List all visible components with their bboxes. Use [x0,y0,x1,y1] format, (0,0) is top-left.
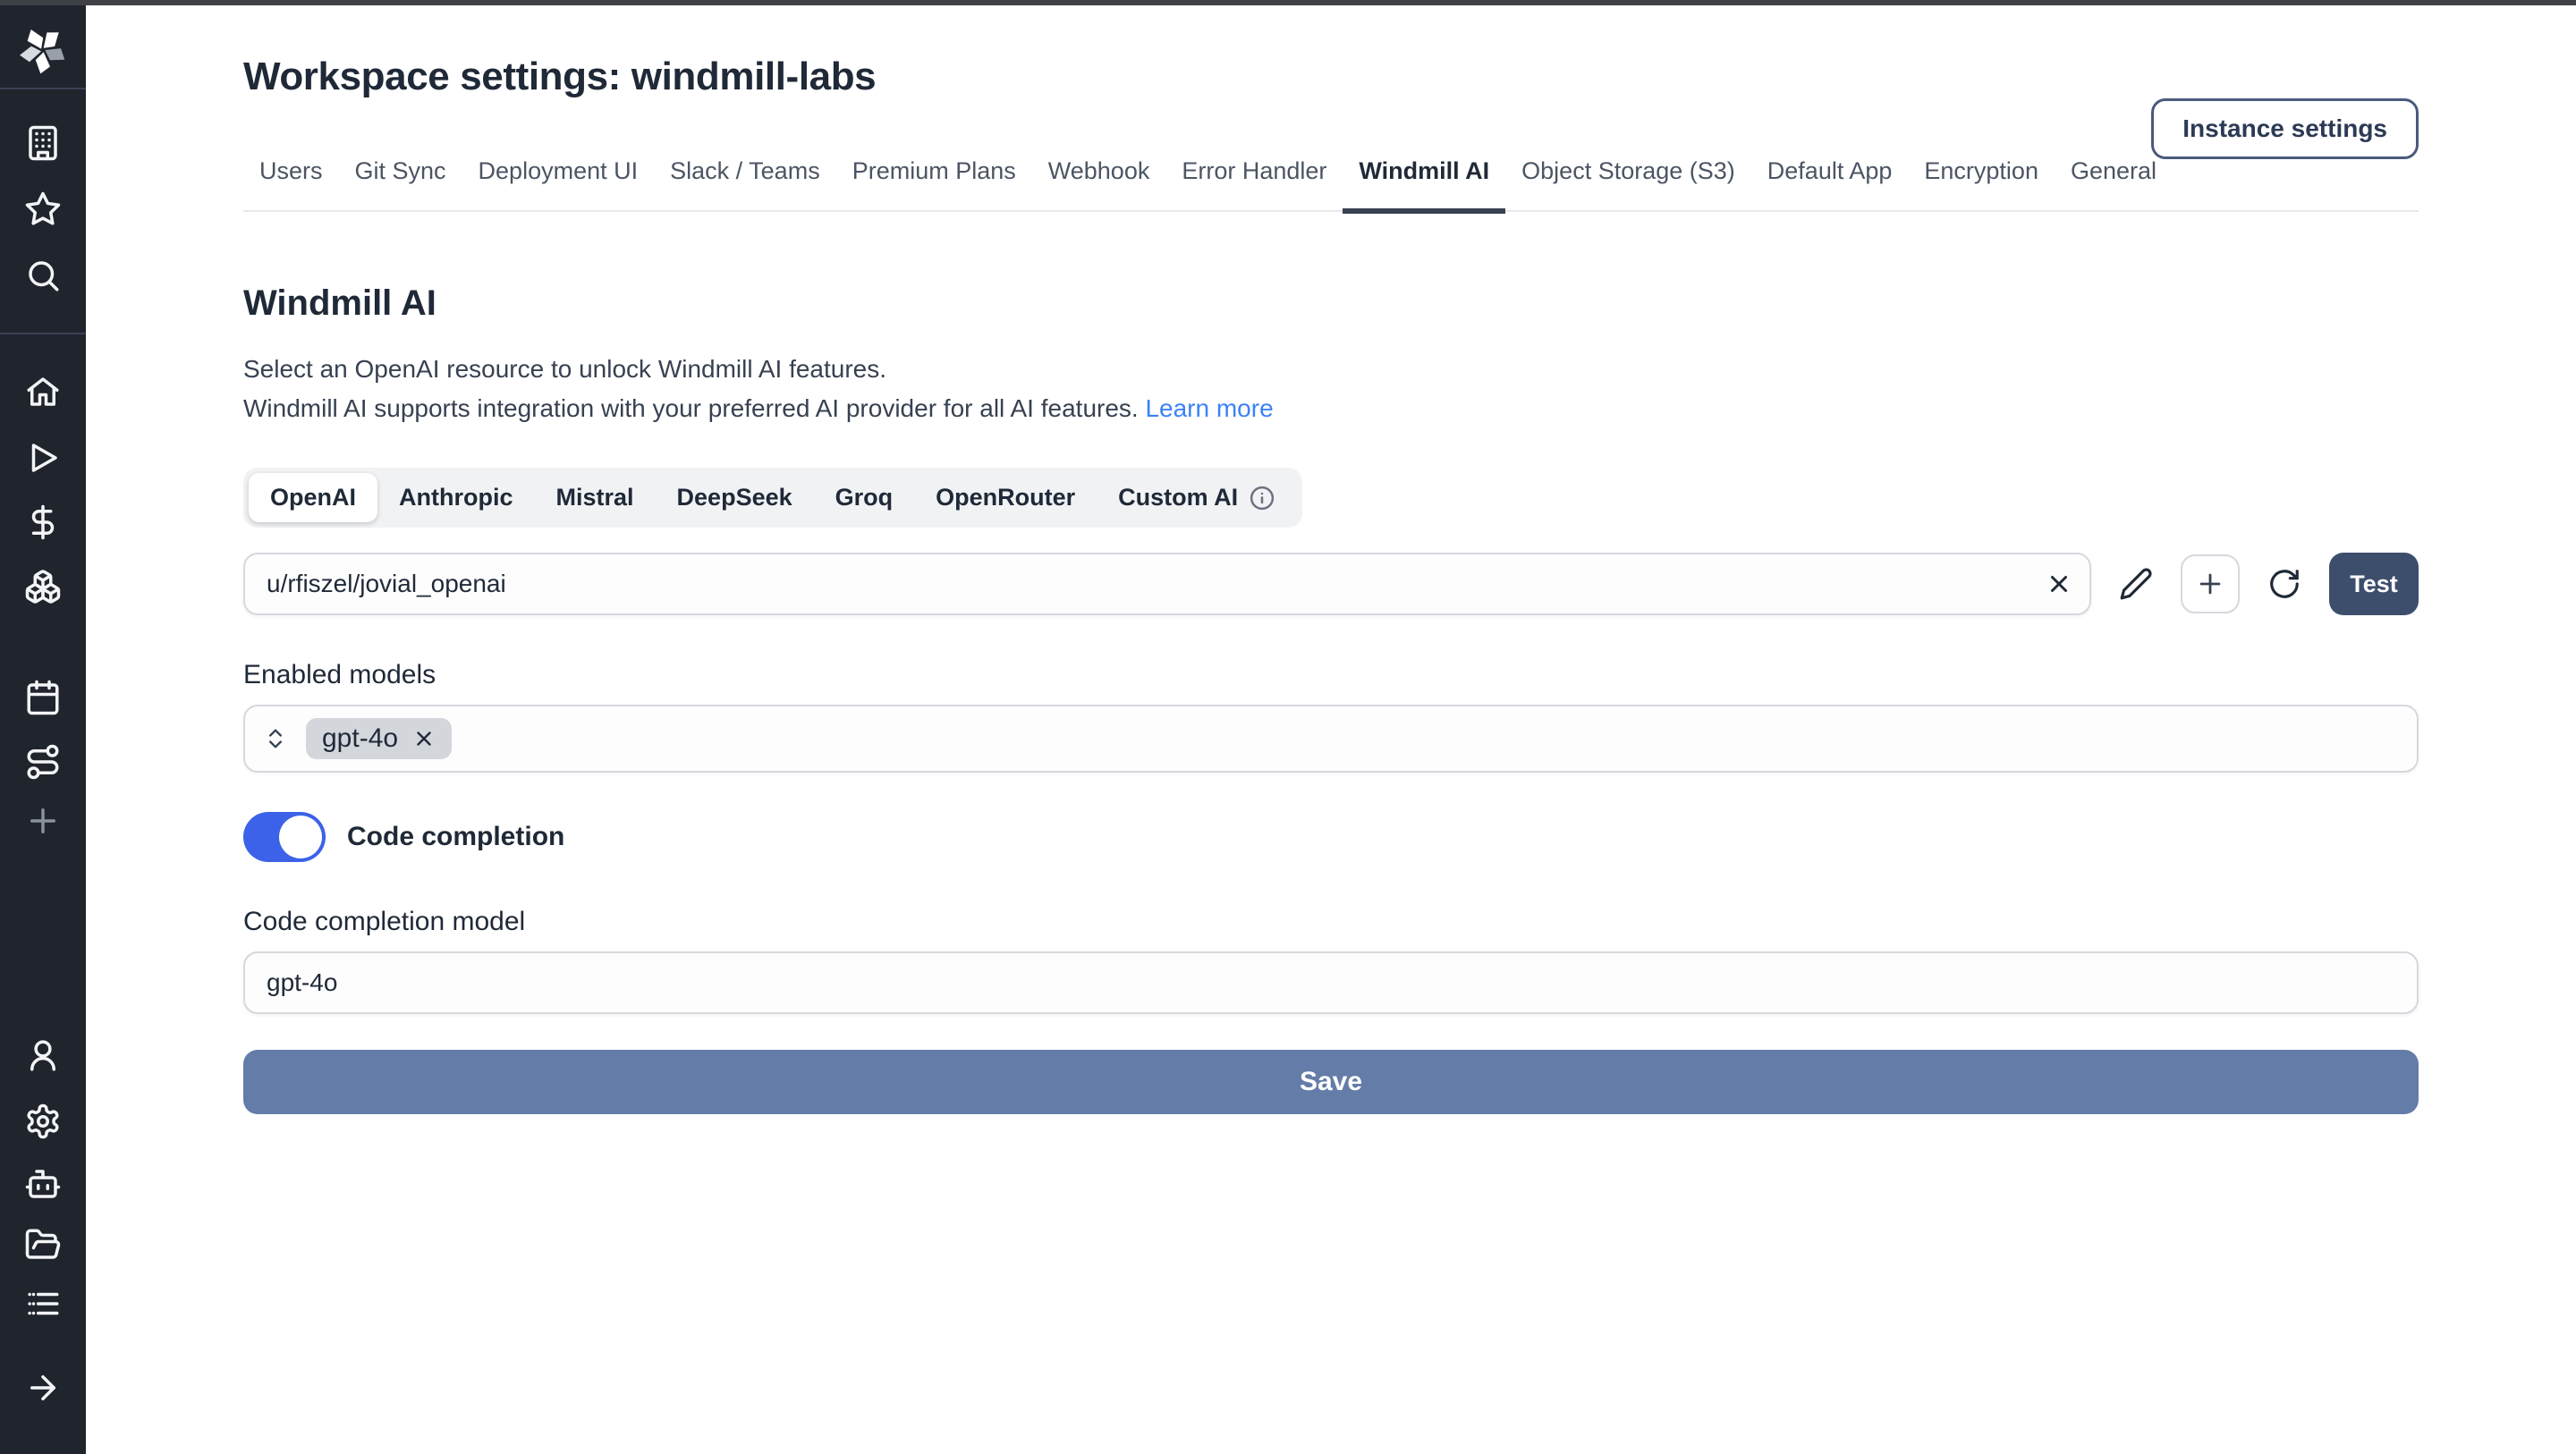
tab-slack-teams[interactable]: Slack / Teams [654,157,836,214]
refresh-resource-button[interactable] [2261,561,2308,607]
sidebar-item-routes[interactable] [14,733,72,790]
tab-users[interactable]: Users [243,157,339,214]
section-description-1: Select an OpenAI resource to unlock Wind… [243,350,2419,389]
tab-git-sync[interactable]: Git Sync [339,157,462,214]
section-description-2: Windmill AI supports integration with yo… [243,389,2419,428]
sidebar-divider [0,88,86,89]
tab-premium-plans[interactable]: Premium Plans [836,157,1032,214]
add-resource-button[interactable] [2181,554,2240,613]
tab-deployment-ui[interactable]: Deployment UI [462,157,655,214]
openai-resource-input[interactable] [243,553,2091,615]
tab-encryption[interactable]: Encryption [1908,157,2055,214]
sidebar-item-runs[interactable] [14,429,72,486]
sidebar-divider [0,333,86,334]
sidebar-item-favorites[interactable] [14,181,72,238]
close-icon [412,727,436,750]
sidebar-item-home[interactable] [14,363,72,420]
tab-windmill-ai[interactable]: Windmill AI [1343,157,1505,214]
tab-general[interactable]: General [2055,157,2173,214]
list-icon [24,1285,62,1323]
test-button[interactable]: Test [2329,553,2419,615]
window-top-edge [0,0,2576,5]
folder-open-icon [24,1226,62,1264]
provider-mistral[interactable]: Mistral [535,473,656,522]
tab-object-storage[interactable]: Object Storage (S3) [1505,157,1751,214]
sidebar-item-resources[interactable] [14,558,72,615]
sidebar-item-logs[interactable] [14,1275,72,1332]
home-icon [24,373,62,410]
tab-error-handler[interactable]: Error Handler [1165,157,1343,214]
code-completion-model-label: Code completion model [243,905,2419,939]
arrow-right-icon [24,1369,62,1407]
sidebar-collapse[interactable] [14,1359,72,1416]
edit-resource-button[interactable] [2113,561,2159,607]
plus-icon [24,802,62,840]
sidebar [0,0,86,1454]
code-completion-model-input[interactable] [243,951,2419,1014]
windmill-logo[interactable] [18,25,68,75]
sidebar-item-folders[interactable] [14,1216,72,1273]
enabled-models-select[interactable]: gpt-4o [243,705,2419,773]
enabled-models-label: Enabled models [243,658,2419,692]
play-icon [24,439,62,477]
remove-model-tag-button[interactable] [412,727,436,750]
user-icon [24,1036,62,1074]
learn-more-link[interactable]: Learn more [1145,394,1273,422]
model-tag: gpt-4o [306,718,452,759]
main-area: Workspace settings: windmill-labs Instan… [86,5,2576,1454]
pencil-icon [2119,567,2153,601]
sidebar-item-search[interactable] [14,247,72,304]
calendar-icon [24,679,62,716]
route-icon [24,743,62,781]
openai-resource-row: Test [243,553,2419,615]
bot-icon [24,1165,62,1203]
code-completion-toggle[interactable] [243,812,326,862]
sidebar-item-account[interactable] [14,1027,72,1084]
star-icon [24,190,62,228]
dollar-icon [24,503,62,541]
provider-deepseek[interactable]: DeepSeek [656,473,814,522]
tab-default-app[interactable]: Default App [1751,157,1909,214]
code-completion-row: Code completion [243,812,2419,862]
toggle-knob [279,816,322,858]
code-completion-label: Code completion [347,822,564,852]
sidebar-item-workspace[interactable] [14,114,72,172]
clear-resource-button[interactable] [2038,562,2080,605]
provider-openai[interactable]: OpenAI [249,473,377,522]
chevrons-up-down-icon[interactable] [263,726,288,751]
provider-anthropic[interactable]: Anthropic [377,473,535,522]
settings-tabs: Users Git Sync Deployment UI Slack / Tea… [243,157,2419,212]
search-icon [24,257,62,294]
building-icon [24,124,62,162]
tab-webhook[interactable]: Webhook [1032,157,1166,214]
instance-settings-button[interactable]: Instance settings [2151,98,2419,159]
app-window: Workspace settings: windmill-labs Instan… [0,0,2576,1454]
close-icon [2046,571,2072,597]
gear-icon [24,1103,62,1140]
refresh-icon [2267,567,2301,601]
section-title: Windmill AI [243,280,2419,326]
info-icon [1249,485,1275,511]
sidebar-item-add[interactable] [14,792,72,850]
boxes-icon [24,568,62,605]
plus-icon [2195,569,2225,599]
save-button[interactable]: Save [243,1050,2419,1114]
sidebar-item-settings[interactable] [14,1093,72,1150]
provider-openrouter[interactable]: OpenRouter [914,473,1097,522]
provider-groq[interactable]: Groq [814,473,915,522]
provider-custom-ai[interactable]: Custom AI [1097,473,1297,522]
sidebar-item-schedules[interactable] [14,669,72,726]
sidebar-item-workers[interactable] [14,1155,72,1213]
page-title: Workspace settings: windmill-labs [243,54,2419,100]
ai-provider-tabs: OpenAI Anthropic Mistral DeepSeek Groq O… [243,468,1302,528]
sidebar-item-usage[interactable] [14,494,72,551]
